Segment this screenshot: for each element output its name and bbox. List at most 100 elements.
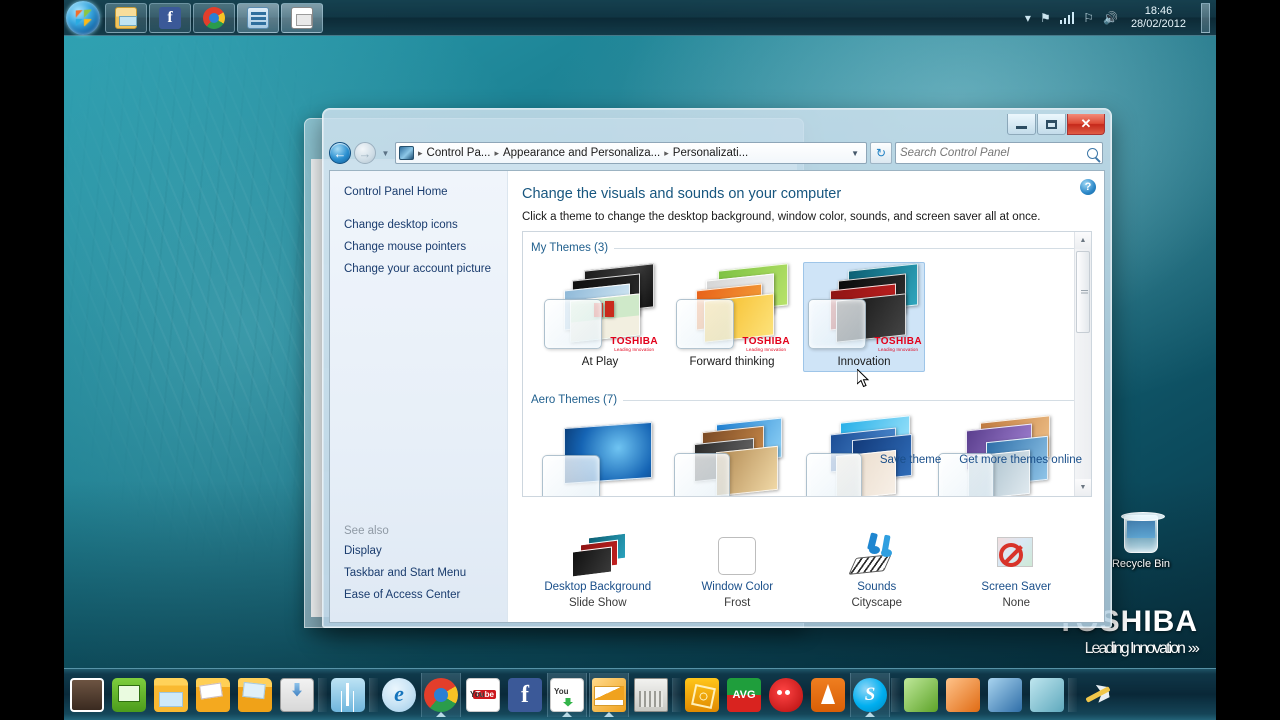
refresh-button[interactable]: ↻	[870, 142, 892, 164]
search-input[interactable]	[900, 147, 1083, 159]
clock[interactable]: 18:46 28/02/2012	[1127, 5, 1192, 31]
group-heading-label: Aero Themes (7)	[531, 394, 617, 406]
breadcrumb-item-appearance[interactable]: Appearance and Personaliza...	[503, 147, 660, 159]
setting-window-color[interactable]: Window Color Frost	[668, 527, 808, 609]
taskbar-item-facebook[interactable]: f	[505, 673, 545, 717]
sidebar-item-taskbar-start-menu[interactable]: Taskbar and Start Menu	[344, 566, 466, 581]
close-button[interactable]: ✕	[1067, 114, 1105, 135]
window-controls: ✕	[1006, 114, 1105, 135]
group-heading-my-themes: My Themes (3)	[531, 242, 1074, 254]
setting-screen-saver[interactable]: Screen Saver None	[947, 527, 1087, 609]
monitor-icon	[112, 678, 146, 712]
setting-desktop-background[interactable]: Desktop Background Slide Show	[528, 527, 668, 609]
recent-pages-button[interactable]: ▼	[379, 142, 392, 164]
taskbar-item-photo-teal[interactable]	[1027, 673, 1067, 717]
start-button[interactable]	[66, 1, 100, 35]
setting-label[interactable]: Sounds	[807, 581, 947, 593]
taskbar-item-archive-manager[interactable]	[631, 673, 671, 717]
forward-button[interactable]: →	[354, 142, 376, 164]
sidebar-item-display[interactable]: Display	[344, 544, 466, 559]
taskbar-item-downloads-folder[interactable]	[235, 673, 275, 717]
taskbar-item-youtube-downloader[interactable]	[547, 673, 587, 717]
setting-label[interactable]: Desktop Background	[528, 581, 668, 593]
taskbar-item-control-panel[interactable]	[237, 3, 279, 33]
clock-time: 18:46	[1131, 5, 1186, 18]
help-icon[interactable]: ?	[1080, 179, 1096, 195]
taskbar-item-photo-orange[interactable]	[943, 673, 983, 717]
sidebar-item-change-desktop-icons[interactable]: Change desktop icons	[344, 218, 507, 233]
window-titlebar[interactable]: ✕	[329, 115, 1105, 141]
theme-item-windows-7[interactable]	[539, 414, 661, 497]
youtube-download-icon	[550, 678, 584, 712]
taskbar-item-vlc-media-player[interactable]	[808, 673, 848, 717]
scrollbar-thumb[interactable]	[1076, 251, 1090, 333]
breadcrumb-item-personalization[interactable]: Personalizati...	[673, 147, 748, 159]
taskbar-item-windows-explorer[interactable]	[105, 3, 147, 33]
taskbar-divider	[1068, 678, 1077, 712]
taskbar-item-tools[interactable]	[1078, 673, 1118, 717]
show-desktop-button[interactable]	[1201, 3, 1210, 33]
flag-icon[interactable]: ⚑	[1040, 12, 1051, 24]
volume-icon[interactable]: 🔊	[1103, 12, 1118, 24]
setting-sounds[interactable]: Sounds Cityscape	[807, 527, 947, 609]
address-bar[interactable]: ▸ Control Pa... ▸ Appearance and Persona…	[395, 142, 867, 164]
chrome-icon	[203, 7, 225, 29]
taskbar-item-computer[interactable]	[109, 673, 149, 717]
theme-item-innovation[interactable]: TOSHIBA Leading Innovation Innovation	[803, 262, 925, 372]
setting-label[interactable]: Window Color	[668, 581, 808, 593]
sidebar-item-control-panel-home[interactable]: Control Panel Home	[344, 185, 507, 200]
sidebar-item-change-mouse-pointers[interactable]: Change mouse pointers	[344, 240, 507, 255]
desktop[interactable]: f ▾ ⚑ ⚐ 🔊 18:46 28/02/2012	[64, 0, 1216, 720]
maximize-button[interactable]	[1037, 114, 1066, 135]
desktop-icon-recycle-bin[interactable]: Recycle Bin	[1102, 515, 1180, 570]
running-indicator	[604, 712, 614, 717]
theme-row-aero-themes	[531, 408, 1074, 497]
action-center-icon[interactable]: ⚐	[1083, 12, 1094, 24]
sidebar-item-ease-of-access[interactable]: Ease of Access Center	[344, 588, 466, 603]
taskbar-item-usb-device[interactable]	[328, 673, 368, 717]
theme-item-forward-thinking[interactable]: TOSHIBA Leading Innovation Forward think…	[671, 262, 793, 372]
sidebar-item-change-account-picture[interactable]: Change your account picture	[344, 262, 507, 277]
control-panel-icon	[399, 146, 414, 160]
setting-label[interactable]: Screen Saver	[947, 581, 1087, 593]
taskbar-item-facebook[interactable]: f	[149, 3, 191, 33]
taskbar-item-email[interactable]	[589, 673, 629, 717]
taskbar-item-skype[interactable]: S	[850, 673, 890, 717]
screen: f ▾ ⚑ ⚐ 🔊 18:46 28/02/2012	[0, 0, 1280, 720]
taskbar-item-photo-blue[interactable]	[985, 673, 1025, 717]
taskbar-item-internet-explorer[interactable]: e	[379, 673, 419, 717]
taskbar-item-avg-antivirus[interactable]: AVG	[724, 673, 764, 717]
taskbar-divider	[891, 678, 900, 712]
taskbar-item-angry-birds[interactable]	[766, 673, 806, 717]
save-theme-link[interactable]: Save theme	[880, 454, 941, 466]
taskbar-item-google-chrome[interactable]	[421, 673, 461, 717]
taskbar-item-window[interactable]	[281, 3, 323, 33]
page-title: Change the visuals and sounds on your co…	[522, 185, 1092, 203]
taskbar-item-documents-folder[interactable]	[151, 673, 191, 717]
scroll-down-button[interactable]: ▼	[1075, 479, 1091, 496]
running-indicator	[562, 712, 572, 717]
internet-explorer-icon: e	[382, 678, 416, 712]
search-box[interactable]	[895, 142, 1103, 164]
chevron-down-icon[interactable]: ▼	[847, 149, 863, 158]
show-hidden-icons-button[interactable]: ▾	[1025, 12, 1031, 24]
theme-item-architecture[interactable]	[671, 414, 793, 497]
scroll-up-button[interactable]: ▲	[1075, 232, 1091, 249]
theme-item-at-play[interactable]: TOSHIBA Leading Innovation At Play	[539, 262, 661, 372]
taskbar-item-google-chrome[interactable]	[193, 3, 235, 33]
breadcrumb-item-control-panel[interactable]: Control Pa...	[427, 147, 491, 159]
taskbar-item-download-manager[interactable]	[277, 673, 317, 717]
back-button[interactable]: ←	[329, 142, 351, 164]
picture-icon	[988, 678, 1022, 712]
minimize-button[interactable]	[1007, 114, 1036, 135]
recycle-bin-icon	[1124, 515, 1158, 553]
taskbar-item-pictures-folder[interactable]	[193, 673, 233, 717]
get-more-themes-link[interactable]: Get more themes online	[959, 454, 1082, 466]
breadcrumb-separator-icon: ▸	[417, 148, 424, 159]
taskbar-item-hex-app[interactable]	[682, 673, 722, 717]
glass-window-overlay	[806, 453, 862, 497]
taskbar-item-youtube[interactable]	[463, 673, 503, 717]
taskbar-item-photo-green[interactable]	[901, 673, 941, 717]
network-signal-icon[interactable]	[1060, 12, 1075, 24]
taskbar-item-user-picture[interactable]	[67, 673, 107, 717]
